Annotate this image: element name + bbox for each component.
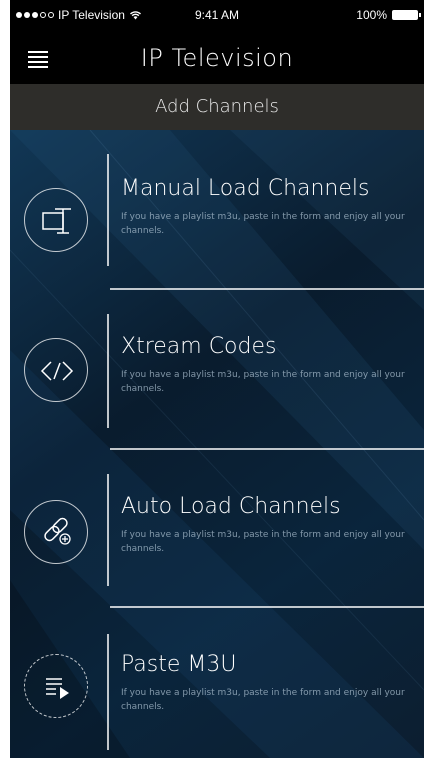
status-right: 100% bbox=[356, 8, 421, 22]
item-title: Xtream Codes bbox=[121, 334, 277, 359]
item-description: If you have a playlist m3u, paste in the… bbox=[121, 688, 405, 712]
auto-load-channels-item[interactable]: Auto Load Channels If you have a playlis… bbox=[10, 450, 424, 600]
item-separator-line bbox=[107, 474, 109, 586]
item-description: If you have a playlist m3u, paste in the… bbox=[121, 212, 405, 236]
link-add-icon bbox=[24, 500, 88, 564]
item-description: If you have a playlist m3u, paste in the… bbox=[121, 530, 405, 554]
battery-percent: 100% bbox=[356, 8, 387, 22]
code-icon bbox=[24, 338, 88, 402]
item-title: Auto Load Channels bbox=[121, 494, 341, 519]
monitor-input-icon bbox=[24, 188, 88, 252]
manual-load-channels-item[interactable]: Manual Load Channels If you have a playl… bbox=[10, 130, 424, 280]
item-title: Manual Load Channels bbox=[121, 176, 370, 201]
battery-icon bbox=[392, 10, 421, 20]
item-separator-line bbox=[107, 634, 109, 750]
nav-bar: IP Television bbox=[10, 36, 424, 84]
xtream-codes-item[interactable]: Xtream Codes If you have a playlist m3u,… bbox=[10, 290, 424, 440]
item-separator-line bbox=[107, 154, 109, 266]
playlist-play-icon bbox=[24, 654, 88, 718]
channel-options-panel: Manual Load Channels If you have a playl… bbox=[10, 130, 424, 758]
paste-m3u-item[interactable]: Paste M3U If you have a playlist m3u, pa… bbox=[10, 608, 424, 758]
status-bar: IP Television 9:41 AM 100% bbox=[10, 0, 424, 36]
app-screen: IP Television 9:41 AM 100% IP Television… bbox=[10, 0, 424, 758]
item-description: If you have a playlist m3u, paste in the… bbox=[121, 370, 405, 394]
page-title: IP Television bbox=[140, 44, 294, 72]
item-title: Paste M3U bbox=[121, 652, 237, 677]
item-separator-line bbox=[107, 314, 109, 428]
section-header: Add Channels bbox=[10, 84, 424, 130]
